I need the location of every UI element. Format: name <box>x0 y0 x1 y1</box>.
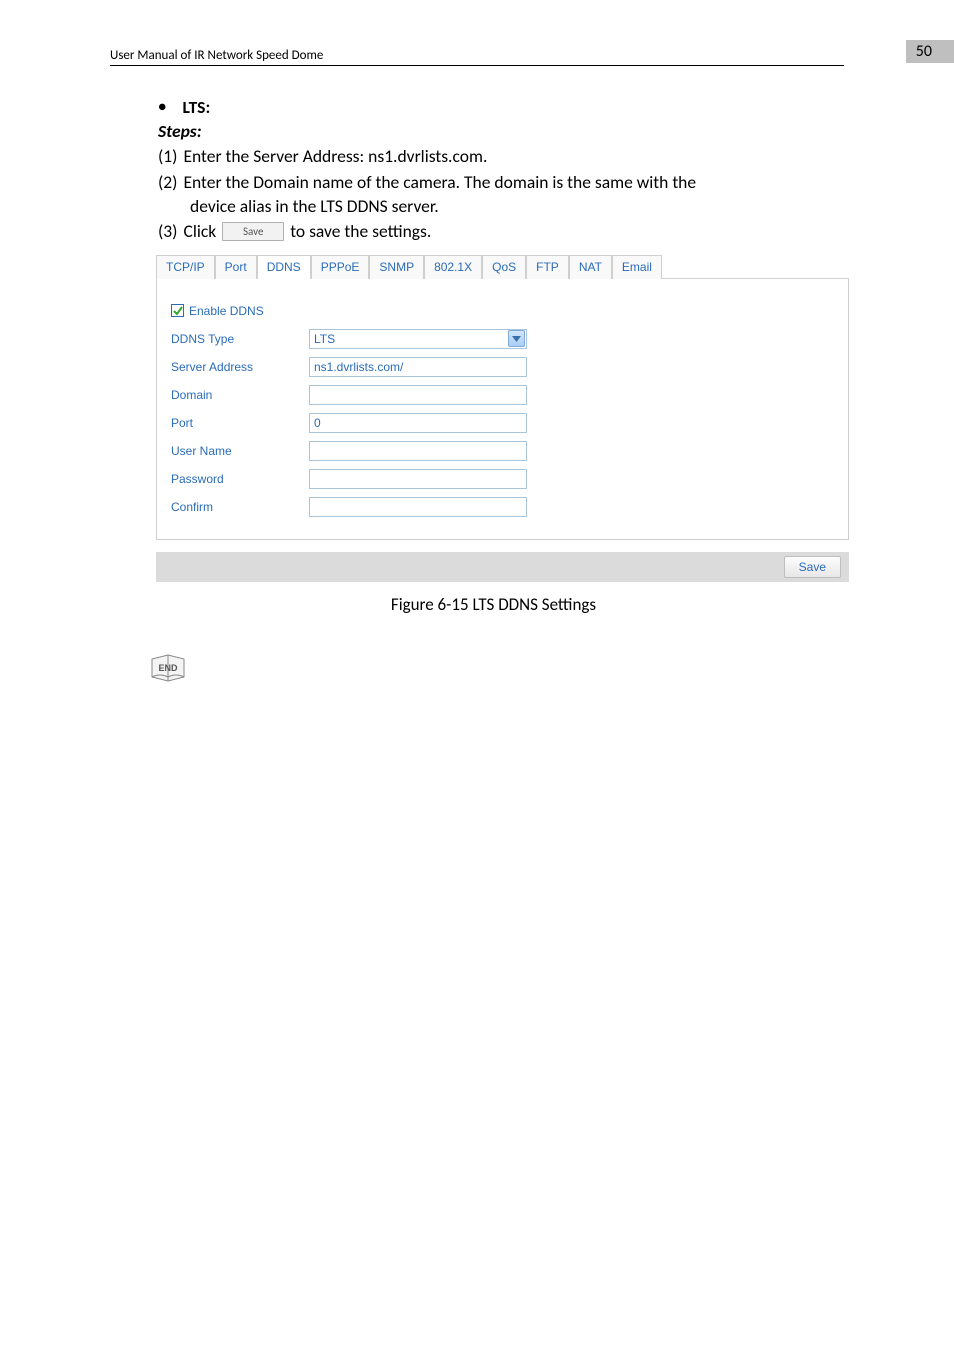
tab-pppoe[interactable]: PPPoE <box>311 255 370 279</box>
server-address-input[interactable]: ns1.dvrlists.com/ <box>309 357 527 377</box>
domain-label: Domain <box>171 387 309 403</box>
end-icon: END <box>148 653 829 690</box>
save-bar: Save <box>156 552 849 582</box>
form-panel: Enable DDNS DDNS Type LTS Server Address… <box>156 278 849 540</box>
confirm-row: Confirm <box>171 493 834 521</box>
step-1: (1) Enter the Server Address: ns1.dvrlis… <box>158 145 829 169</box>
user-name-input[interactable] <box>309 441 527 461</box>
tab-tcpip[interactable]: TCP/IP <box>156 255 215 279</box>
step-text: Enter the Server Address: ns1.dvrlists.c… <box>183 145 487 169</box>
save-button-inline: Save <box>222 222 284 241</box>
step-text-after: to save the settings. <box>290 220 431 244</box>
step-2-sub: device alias in the LTS DDNS server. <box>190 195 829 219</box>
figure-caption: Figure 6-15 LTS DDNS Settings <box>158 594 829 617</box>
tab-ftp[interactable]: FTP <box>526 255 569 279</box>
tab-nat[interactable]: NAT <box>569 255 612 279</box>
steps-list: (1) Enter the Server Address: ns1.dvrlis… <box>158 145 829 244</box>
page-header: User Manual of IR Network Speed Dome 50 <box>110 40 844 66</box>
server-address-label: Server Address <box>171 359 309 375</box>
tab-email[interactable]: Email <box>612 255 662 279</box>
enable-ddns-row: Enable DDNS <box>171 297 834 325</box>
header-title: User Manual of IR Network Speed Dome <box>110 48 323 63</box>
bullet-icon: ● <box>158 98 166 117</box>
ddns-type-label: DDNS Type <box>171 331 309 347</box>
save-button[interactable]: Save <box>784 556 841 578</box>
tab-qos[interactable]: QoS <box>482 255 526 279</box>
domain-row: Domain <box>171 381 834 409</box>
step-number: (2) <box>158 171 177 195</box>
tab-8021x[interactable]: 802.1X <box>424 255 482 279</box>
password-input[interactable] <box>309 469 527 489</box>
server-address-row: Server Address ns1.dvrlists.com/ <box>171 353 834 381</box>
step-3: (3) Click Save to save the settings. <box>158 220 829 244</box>
port-label: Port <box>171 415 309 431</box>
svg-text:END: END <box>158 663 178 673</box>
step-2: (2) Enter the Domain name of the camera.… <box>158 171 829 195</box>
port-input[interactable]: 0 <box>309 413 527 433</box>
chevron-down-icon <box>508 330 525 347</box>
enable-ddns-label: Enable DDNS <box>189 303 264 319</box>
step-number: (1) <box>158 145 177 169</box>
config-screenshot: TCP/IPPortDDNSPPPoESNMP802.1XQoSFTPNATEm… <box>156 254 849 582</box>
user-name-label: User Name <box>171 443 309 459</box>
page-number: 50 <box>906 40 954 63</box>
server-address-value: ns1.dvrlists.com/ <box>314 359 403 375</box>
tab-snmp[interactable]: SNMP <box>369 255 424 279</box>
port-row: Port 0 <box>171 409 834 437</box>
confirm-input[interactable] <box>309 497 527 517</box>
domain-input[interactable] <box>309 385 527 405</box>
steps-heading: Steps: <box>158 120 829 144</box>
section-lts: ● LTS: <box>158 96 829 120</box>
port-value: 0 <box>314 415 321 431</box>
tab-bar: TCP/IPPortDDNSPPPoESNMP802.1XQoSFTPNATEm… <box>156 254 849 278</box>
user-name-row: User Name <box>171 437 834 465</box>
password-label: Password <box>171 471 309 487</box>
step-text-before: Click <box>183 220 216 244</box>
tab-ddns[interactable]: DDNS <box>257 255 311 279</box>
enable-ddns-checkbox[interactable] <box>171 304 184 317</box>
password-row: Password <box>171 465 834 493</box>
tab-port[interactable]: Port <box>215 255 257 279</box>
ddns-type-select[interactable]: LTS <box>309 329 527 349</box>
ddns-type-value: LTS <box>314 331 335 347</box>
confirm-label: Confirm <box>171 499 309 515</box>
ddns-type-row: DDNS Type LTS <box>171 325 834 353</box>
step-number: (3) <box>158 220 177 244</box>
section-title: LTS: <box>182 96 210 120</box>
step-text: Enter the Domain name of the camera. The… <box>183 171 696 195</box>
